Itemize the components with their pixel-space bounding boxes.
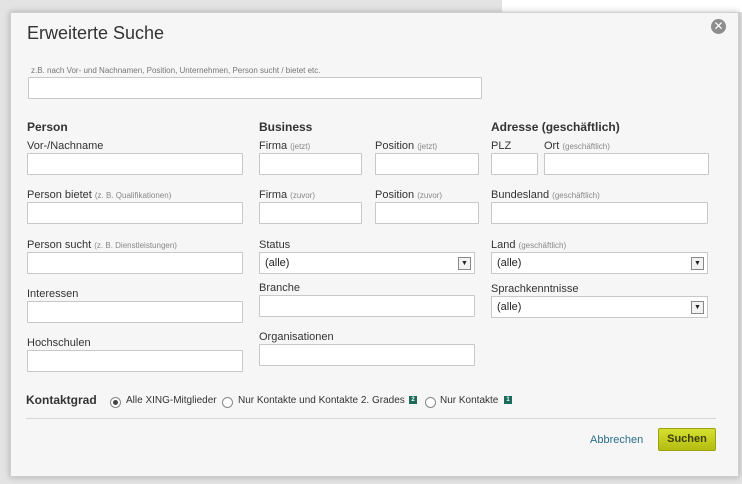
footer-divider: [26, 418, 716, 419]
search-button[interactable]: Suchen: [658, 428, 716, 451]
city-hint: (geschäftlich): [562, 142, 610, 151]
radio-contacts-only[interactable]: [425, 397, 436, 408]
cancel-button[interactable]: Abbrechen: [590, 434, 643, 446]
company-previous-hint: (zuvor): [290, 191, 316, 200]
zip-label: PLZ: [491, 140, 512, 152]
country-hint: (geschäftlich): [518, 241, 567, 250]
dialog-title: Erweiterte Suche: [27, 23, 165, 43]
company-current-hint: (jetzt): [290, 142, 311, 151]
advanced-search-dialog: Erweiterte Suche ✕ z.B. nach Vor- und Na…: [10, 12, 739, 477]
languages-value: (alle): [497, 301, 522, 313]
person-heading: Person: [27, 120, 68, 134]
state-label: Bundesland (geschäftlich): [491, 189, 600, 201]
state-hint: (geschäftlich): [552, 191, 600, 200]
company-current-label: Firma (jetzt): [259, 140, 310, 152]
status-select[interactable]: (alle) ▼: [259, 252, 475, 274]
seeks-label: Person sucht (z. B. Dienstleistungen): [27, 239, 177, 251]
address-heading: Adresse (geschäftlich): [491, 120, 620, 134]
zip-input[interactable]: [491, 153, 538, 175]
degree-1-badge: 1: [504, 396, 512, 404]
offers-label: Person bietet (z. B. Qualifikationen): [27, 189, 171, 201]
radio-contacts-only-label[interactable]: Nur Kontakte: [440, 395, 498, 406]
city-input[interactable]: [544, 153, 709, 175]
position-previous-hint: (zuvor): [417, 191, 443, 200]
universities-label: Hochschulen: [27, 337, 91, 349]
company-previous-label-text: Firma: [259, 189, 288, 201]
name-label: Vor-/Nachname: [27, 140, 104, 152]
radio-all-members-label[interactable]: Alle XING-Mitglieder: [126, 395, 217, 406]
interests-input[interactable]: [27, 301, 243, 323]
company-previous-input[interactable]: [259, 202, 362, 224]
status-value: (alle): [265, 257, 290, 269]
seeks-hint: (z. B. Dienstleistungen): [94, 241, 177, 250]
seeks-label-text: Person sucht: [27, 239, 92, 251]
radio-contacts-2nd-degree[interactable]: [222, 397, 233, 408]
country-label: Land (geschäftlich): [491, 239, 566, 251]
contact-degree-heading: Kontaktgrad: [26, 393, 97, 407]
position-previous-label-text: Position: [375, 189, 415, 201]
company-current-input[interactable]: [259, 153, 362, 175]
organizations-input[interactable]: [259, 344, 475, 366]
country-select[interactable]: (alle) ▼: [491, 252, 708, 274]
company-previous-label: Firma (zuvor): [259, 189, 315, 201]
offers-label-text: Person bietet: [27, 189, 92, 201]
city-label-text: Ort: [544, 140, 560, 152]
keyword-input[interactable]: [28, 77, 482, 99]
company-current-label-text: Firma: [259, 140, 288, 152]
country-value: (alle): [497, 257, 522, 269]
offers-hint: (z. B. Qualifikationen): [94, 191, 172, 200]
interests-label: Interessen: [27, 288, 79, 300]
radio-all-members[interactable]: [110, 397, 121, 408]
chevron-down-icon: ▼: [458, 257, 471, 270]
chevron-down-icon: ▼: [691, 257, 704, 270]
organizations-label: Organisationen: [259, 331, 334, 343]
city-label: Ort (geschäftlich): [544, 140, 610, 152]
name-input[interactable]: [27, 153, 243, 175]
country-label-text: Land: [491, 239, 516, 251]
position-previous-label: Position (zuvor): [375, 189, 442, 201]
chevron-down-icon: ▼: [691, 301, 704, 314]
status-label: Status: [259, 239, 291, 251]
universities-input[interactable]: [27, 350, 243, 372]
languages-select[interactable]: (alle) ▼: [491, 296, 708, 318]
degree-2-badge: 2: [409, 396, 417, 404]
industry-input[interactable]: [259, 295, 475, 317]
position-current-hint: (jetzt): [417, 142, 438, 151]
seeks-input[interactable]: [27, 252, 243, 274]
position-current-input[interactable]: [375, 153, 479, 175]
offers-input[interactable]: [27, 202, 243, 224]
close-icon[interactable]: ✕: [711, 19, 726, 34]
position-current-label-text: Position: [375, 140, 415, 152]
position-previous-input[interactable]: [375, 202, 479, 224]
keyword-hint: z.B. nach Vor- und Nachnamen, Position, …: [31, 66, 321, 75]
languages-label: Sprachkenntnisse: [491, 283, 579, 295]
page-background-top: [502, 0, 742, 12]
business-heading: Business: [259, 120, 313, 134]
industry-label: Branche: [259, 282, 300, 294]
state-label-text: Bundesland: [491, 189, 550, 201]
position-current-label: Position (jetzt): [375, 140, 437, 152]
state-input[interactable]: [491, 202, 708, 224]
radio-contacts-2nd-degree-label[interactable]: Nur Kontakte und Kontakte 2. Grades: [238, 395, 405, 406]
